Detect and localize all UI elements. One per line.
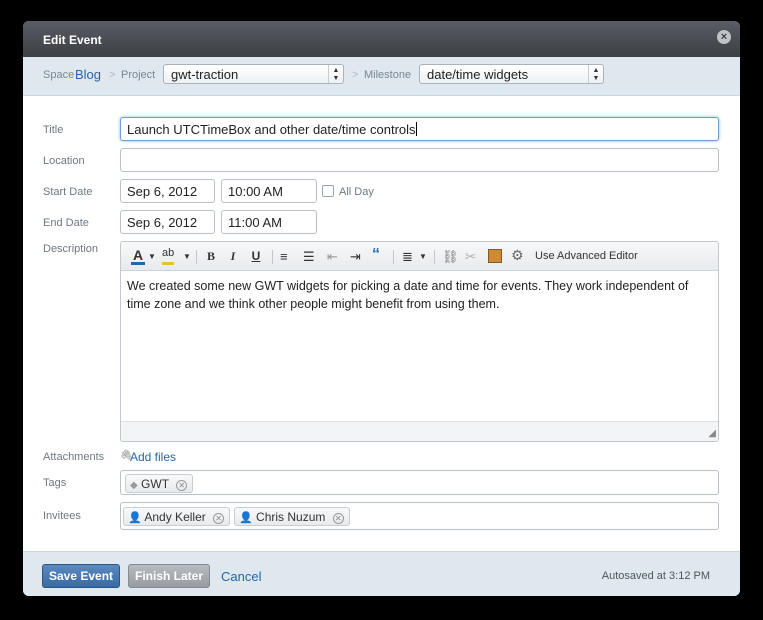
location-label: Location [43, 155, 85, 167]
insert-image-icon[interactable] [488, 249, 502, 263]
blockquote-icon[interactable]: “ [372, 246, 380, 263]
project-label: Project [121, 69, 156, 81]
edit-event-dialog: Edit Event × Space Blog > Project gwt-tr… [23, 21, 740, 596]
all-day-checkbox[interactable] [322, 185, 334, 197]
start-time-value: 10:00 AM [228, 184, 283, 199]
user-icon: 👤 [128, 512, 142, 524]
description-editor: A ▼ ab ▼ B I U ≡ ☰ ⇤ ⇥ “ ≣ ▼ ⛓ ✂ ⚙ Use A… [120, 241, 719, 442]
invitees-input[interactable]: 👤 Andy Keller ✕ 👤 Chris Nuzum ✕ [120, 502, 719, 530]
dialog-footer: Save Event Finish Later Cancel Autosaved… [23, 551, 740, 596]
toolbar-divider [196, 250, 197, 264]
resize-handle-icon[interactable]: ◢ [708, 428, 716, 439]
tags-input[interactable]: ◆ GWT ✕ [120, 470, 719, 495]
link-icon[interactable]: ⛓ [442, 249, 459, 265]
underline-icon[interactable]: U [250, 249, 262, 265]
bold-icon[interactable]: B [205, 249, 217, 265]
attachments-label: Attachments [43, 451, 105, 463]
title-input-value: Launch UTCTimeBox and other date/time co… [127, 122, 416, 137]
outdent-icon[interactable]: ⇤ [327, 249, 338, 265]
bullet-list-icon[interactable]: ☰ [303, 249, 315, 265]
select-arrows-icon: ▲ ▼ [588, 65, 603, 83]
editor-toolbar: A ▼ ab ▼ B I U ≡ ☰ ⇤ ⇥ “ ≣ ▼ ⛓ ✂ ⚙ Use A… [121, 242, 718, 271]
project-select[interactable]: gwt-traction ▲ ▼ [163, 64, 344, 84]
end-date-input[interactable]: Sep 6, 2012 [120, 210, 215, 234]
indent-icon[interactable]: ⇥ [350, 249, 361, 265]
advanced-editor-link[interactable]: Use Advanced Editor [535, 250, 638, 266]
all-day-label: All Day [339, 186, 374, 198]
close-icon[interactable]: × [717, 30, 731, 44]
dialog-title: Edit Event [43, 33, 102, 47]
title-input[interactable]: Launch UTCTimeBox and other date/time co… [120, 117, 719, 141]
remove-invitee-icon[interactable]: ✕ [213, 513, 225, 524]
unlink-icon[interactable]: ✂ [465, 249, 476, 265]
start-time-input[interactable]: 10:00 AM [221, 179, 317, 203]
chevron-down-icon[interactable]: ▼ [148, 252, 156, 268]
invitee-token: 👤 Andy Keller ✕ [123, 507, 231, 526]
tag-icon: ◆ [130, 480, 138, 491]
chevron-down-icon[interactable]: ▼ [183, 252, 191, 268]
gear-icon[interactable]: ⚙ [511, 247, 524, 263]
breadcrumb: Space Blog > Project gwt-traction ▲ ▼ > M… [23, 57, 740, 96]
space-link[interactable]: Blog [75, 67, 101, 82]
autosave-status: Autosaved at 3:12 PM [601, 570, 710, 582]
text-caret [415, 122, 417, 136]
space-label: Space [43, 69, 75, 81]
highlight-color-icon[interactable]: ab [162, 247, 175, 265]
breadcrumb-separator: > [352, 69, 359, 81]
tag-token-label: GWT [141, 477, 169, 491]
breadcrumb-separator: > [109, 69, 116, 81]
tag-token: ◆ GWT ✕ [125, 474, 194, 493]
description-textarea[interactable]: We created some new GWT widgets for pick… [121, 271, 718, 421]
end-time-value: 11:00 AM [228, 215, 282, 230]
start-date-label: Start Date [43, 186, 93, 198]
invitees-label: Invitees [43, 510, 81, 522]
select-arrows-icon: ▲ ▼ [328, 65, 343, 83]
milestone-label: Milestone [364, 69, 412, 81]
cancel-link[interactable]: Cancel [221, 569, 261, 584]
invitee-token: 👤 Chris Nuzum ✕ [234, 507, 350, 526]
dialog-titlebar: Edit Event × [23, 21, 740, 57]
project-select-value: gwt-traction [171, 67, 239, 82]
milestone-select-value: date/time widgets [427, 67, 529, 82]
finish-later-button[interactable]: Finish Later [128, 564, 211, 588]
tags-label: Tags [43, 477, 67, 489]
font-color-icon[interactable]: A [131, 247, 145, 265]
editor-footer: ◢ [121, 421, 718, 441]
location-input[interactable] [120, 148, 719, 172]
toolbar-divider [393, 250, 394, 264]
end-time-input[interactable]: 11:00 AM [221, 210, 317, 234]
start-date-input[interactable]: Sep 6, 2012 [120, 179, 215, 203]
description-label: Description [43, 243, 99, 255]
milestone-select[interactable]: date/time widgets ▲ ▼ [419, 64, 604, 84]
title-label: Title [43, 124, 64, 136]
numbered-list-icon[interactable]: ≡ [280, 249, 288, 265]
italic-icon[interactable]: I [227, 249, 239, 265]
add-files-link[interactable]: Add files [130, 450, 176, 464]
save-event-button[interactable]: Save Event [42, 564, 121, 588]
chevron-down-icon[interactable]: ▼ [419, 252, 427, 268]
align-icon[interactable]: ≣ [402, 249, 413, 265]
start-date-value: Sep 6, 2012 [127, 184, 198, 199]
toolbar-divider [434, 250, 435, 264]
invitee-token-label: Andy Keller [144, 510, 206, 524]
toolbar-divider [272, 250, 273, 264]
remove-invitee-icon[interactable]: ✕ [332, 513, 344, 524]
invitee-token-label: Chris Nuzum [256, 510, 326, 524]
remove-tag-icon[interactable]: ✕ [176, 480, 188, 491]
end-date-label: End Date [43, 217, 89, 229]
user-icon: 👤 [239, 512, 253, 524]
end-date-value: Sep 6, 2012 [127, 215, 198, 230]
